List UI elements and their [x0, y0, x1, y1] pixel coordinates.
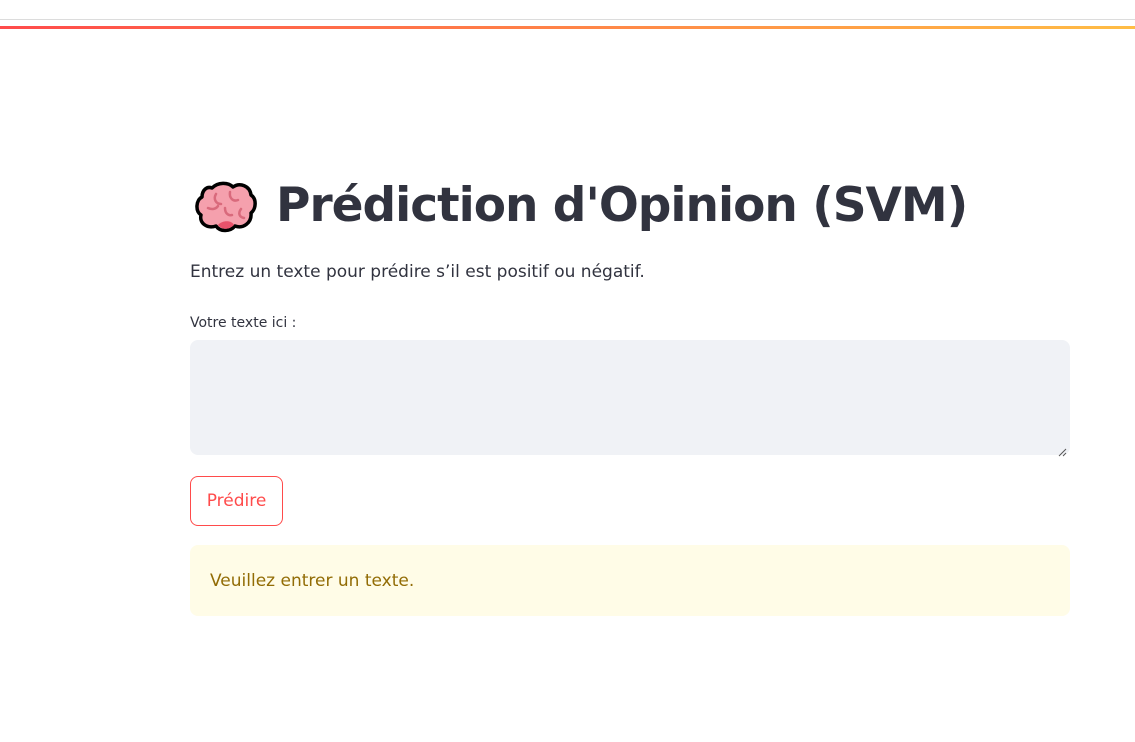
predict-button[interactable]: Prédire — [190, 476, 283, 526]
browser-top-edge — [0, 0, 1135, 20]
warning-message: Veuillez entrer un texte. — [210, 570, 415, 591]
brain-icon — [194, 178, 258, 234]
text-input-label: Votre texte ici : — [190, 315, 297, 331]
intro-text: Entrez un texte pour prédire s’il est po… — [190, 262, 645, 282]
page-title: Prédiction d'Opinion (SVM) — [276, 178, 968, 233]
text-input[interactable] — [190, 340, 1070, 455]
main-content: Prédiction d'Opinion (SVM) Entrez un tex… — [190, 170, 1070, 616]
text-input-container — [190, 340, 1070, 457]
warning-alert: Veuillez entrer un texte. — [190, 545, 1070, 616]
resize-handle-icon[interactable] — [1057, 442, 1067, 457]
title-row: Prédiction d'Opinion (SVM) — [194, 170, 1070, 242]
header-decoration-bar — [0, 26, 1135, 29]
